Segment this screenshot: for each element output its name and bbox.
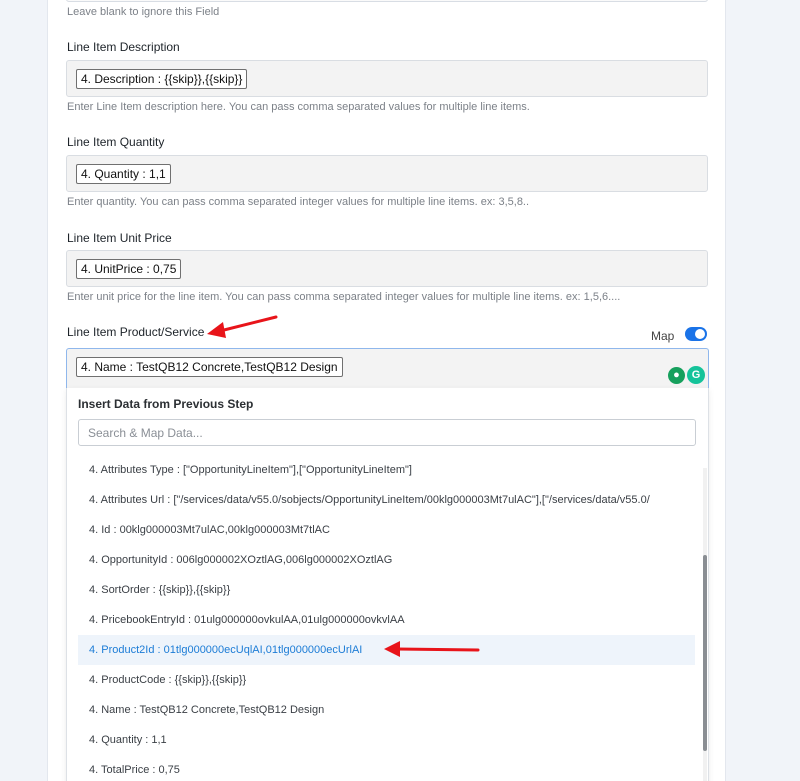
unit-price-token[interactable]: 4. UnitPrice : 0,75: [76, 259, 182, 279]
description-token[interactable]: 4. Description : {{skip}},{{skip}}: [76, 69, 248, 89]
data-list: 4. Attributes Type : ["OpportunityLineIt…: [67, 455, 695, 781]
list-item[interactable]: 4. Name : TestQB12 Concrete,TestQB12 Des…: [67, 695, 695, 725]
unit-price-field[interactable]: 4. UnitPrice : 0,75: [66, 250, 708, 287]
grammarly-icon[interactable]: G: [687, 366, 705, 384]
list-item[interactable]: 4. TotalPrice : 0,75: [67, 755, 695, 781]
map-toggle[interactable]: [685, 327, 707, 341]
previous-field-input[interactable]: [66, 0, 708, 2]
lightbulb-icon[interactable]: ●: [668, 367, 685, 384]
product-service-field[interactable]: 4. Name : TestQB12 Concrete,TestQB12 Des…: [66, 348, 709, 388]
list-item[interactable]: 4. OpportunityId : 006lg000002XOztlAG,00…: [67, 545, 695, 575]
list-item[interactable]: 4. SortOrder : {{skip}},{{skip}}: [67, 575, 695, 605]
product-service-label: Line Item Product/Service: [67, 325, 205, 339]
quantity-token[interactable]: 4. Quantity : 1,1: [76, 164, 171, 184]
list-item[interactable]: 4. ProductCode : {{skip}},{{skip}}: [67, 665, 695, 695]
quantity-field[interactable]: 4. Quantity : 1,1: [66, 155, 708, 192]
unit-price-hint: Enter unit price for the line item. You …: [67, 291, 621, 303]
list-item[interactable]: 4. Attributes Url : ["/services/data/v55…: [67, 485, 695, 515]
quantity-label: Line Item Quantity: [67, 135, 165, 149]
list-item[interactable]: 4. PricebookEntryId : 01ulg000000ovkulAA…: [67, 605, 695, 635]
form-card: Leave blank to ignore this Field Line It…: [47, 0, 726, 781]
search-map-input[interactable]: [78, 419, 696, 446]
dropdown-title: Insert Data from Previous Step: [78, 397, 254, 411]
product-service-token[interactable]: 4. Name : TestQB12 Concrete,TestQB12 Des…: [76, 357, 343, 377]
quantity-hint: Enter quantity. You can pass comma separ…: [67, 196, 530, 208]
insert-data-dropdown: Insert Data from Previous Step 4. Attrib…: [66, 388, 709, 781]
unit-price-label: Line Item Unit Price: [67, 231, 172, 245]
description-hint: Enter Line Item description here. You ca…: [67, 101, 530, 113]
list-item[interactable]: 4. Product2Id : 01tlg000000ecUqlAI,01tlg…: [78, 635, 695, 665]
list-item[interactable]: 4. Id : 00klg000003Mt7ulAC,00klg000003Mt…: [67, 515, 695, 545]
list-item[interactable]: 4. Attributes Type : ["OpportunityLineIt…: [67, 455, 695, 485]
list-item[interactable]: 4. Quantity : 1,1: [67, 725, 695, 755]
toggle-knob: [695, 329, 705, 339]
dropdown-scrollbar[interactable]: [703, 468, 707, 781]
description-field[interactable]: 4. Description : {{skip}},{{skip}}: [66, 60, 708, 97]
previous-field-hint: Leave blank to ignore this Field: [67, 6, 220, 18]
description-label: Line Item Description: [67, 40, 180, 54]
map-toggle-label: Map: [651, 329, 675, 343]
scrollbar-thumb[interactable]: [703, 555, 707, 751]
